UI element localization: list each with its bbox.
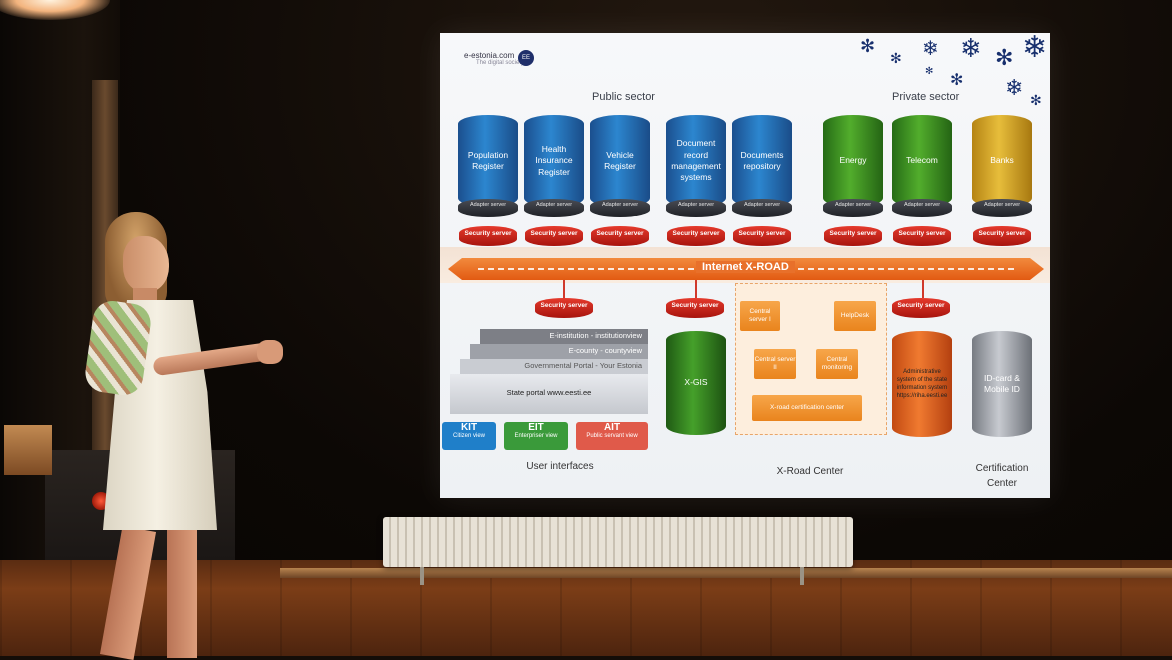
side-table bbox=[4, 425, 52, 475]
kit-label: KIT bbox=[460, 422, 478, 433]
energy-cylinder: Energy bbox=[823, 115, 883, 207]
security-server: Security server bbox=[459, 226, 517, 246]
state-portal-card: State portal www.eesti.ee bbox=[450, 374, 648, 414]
presenter-leg bbox=[99, 526, 157, 660]
adapter-server: Adapter server bbox=[732, 199, 792, 217]
adapter-server: Adapter server bbox=[590, 199, 650, 217]
private-sector-heading: Private sector bbox=[892, 91, 960, 103]
presenter-leg bbox=[167, 528, 197, 658]
adapter-server: Adapter server bbox=[892, 199, 952, 217]
projection-screen: ✻ ✻ ❄ ❄ ✻ ❄ ✻ ❄ ✻ ✻ e-estonia.com The digital… bbox=[440, 33, 1050, 498]
public-sector-heading: Public sector bbox=[592, 91, 655, 103]
helpdesk: HelpDesk bbox=[834, 301, 876, 331]
administrative-system-cylinder: Administrative system of the state infor… bbox=[892, 331, 952, 437]
population-register-cylinder: Population Register bbox=[458, 115, 518, 207]
banks-cylinder: Banks bbox=[972, 115, 1032, 207]
kit-sub: Citizen view bbox=[452, 433, 485, 439]
radiator-leg bbox=[420, 567, 424, 585]
eit-label: EIT bbox=[528, 422, 544, 433]
telecom-cylinder: Telecom bbox=[892, 115, 952, 207]
presenter-face bbox=[123, 236, 169, 292]
security-server: Security server bbox=[973, 226, 1031, 246]
connector-line bbox=[563, 280, 565, 298]
brand-tagline: The digital society bbox=[476, 60, 525, 66]
connector-line bbox=[695, 280, 697, 298]
security-server: Security server bbox=[591, 226, 649, 246]
baseboard bbox=[280, 568, 1172, 578]
health-insurance-register-cylinder: Health Insurance Register bbox=[524, 115, 584, 207]
vehicle-register-cylinder: Vehicle Register bbox=[590, 115, 650, 207]
kit-citizen-view: KIT Citizen view bbox=[442, 422, 496, 450]
security-server: Security server bbox=[824, 226, 882, 246]
security-server: Security server bbox=[666, 298, 724, 318]
connector-line bbox=[922, 280, 924, 298]
documents-repository-cylinder: Documents repository bbox=[732, 115, 792, 207]
eit-sub: Enterpriser view bbox=[514, 433, 558, 439]
presenter-hand bbox=[257, 340, 283, 364]
ait-public-servant-view: AIT Public servant view bbox=[576, 422, 648, 450]
adapter-server: Adapter server bbox=[823, 199, 883, 217]
e-institution-card: E-institution - institutionview bbox=[480, 329, 648, 345]
security-server: Security server bbox=[525, 226, 583, 246]
security-server: Security server bbox=[892, 298, 950, 318]
adapter-server: Adapter server bbox=[524, 199, 584, 217]
security-server: Security server bbox=[733, 226, 791, 246]
document-record-cylinder: Document record management systems bbox=[666, 115, 726, 207]
central-server-2: Central server II bbox=[754, 349, 796, 379]
security-server: Security server bbox=[893, 226, 951, 246]
xroad-center-heading: X-Road Center bbox=[776, 466, 844, 477]
adapter-server: Adapter server bbox=[458, 199, 518, 217]
security-server: Security server bbox=[535, 298, 593, 318]
xroad-label: Internet X-ROAD bbox=[696, 261, 795, 273]
certification-center-heading: Certification Center bbox=[975, 463, 1029, 489]
slide-brand: e-estonia.com The digital society bbox=[464, 51, 524, 66]
xroad-bus: Internet X-ROAD bbox=[448, 258, 1044, 280]
x-gis-cylinder: X-GIS bbox=[666, 331, 726, 435]
eit-enterpriser-view: EIT Enterpriser view bbox=[504, 422, 568, 450]
e-county-card: E-county - countyview bbox=[470, 344, 648, 360]
brand-text: e-estonia.com bbox=[464, 51, 515, 60]
estonia-logo-icon: EE bbox=[518, 50, 534, 66]
presenter bbox=[75, 210, 295, 660]
adapter-server: Adapter server bbox=[972, 199, 1032, 217]
xroad-certification-center: X-road certification center bbox=[752, 395, 862, 421]
government-portal-card: Governmental Portal - Your Estonia bbox=[460, 359, 648, 375]
central-server-1: Central server I bbox=[740, 301, 780, 331]
radiator-leg bbox=[800, 567, 804, 585]
radiator bbox=[383, 517, 853, 567]
user-interfaces-heading: User interfaces bbox=[526, 461, 594, 472]
adapter-server: Adapter server bbox=[666, 199, 726, 217]
id-card-cylinder: ID-card & Mobile ID bbox=[972, 331, 1032, 437]
ait-label: AIT bbox=[603, 422, 621, 433]
ait-sub: Public servant view bbox=[586, 433, 638, 439]
central-monitoring: Central monitoring bbox=[816, 349, 858, 379]
security-server: Security server bbox=[667, 226, 725, 246]
